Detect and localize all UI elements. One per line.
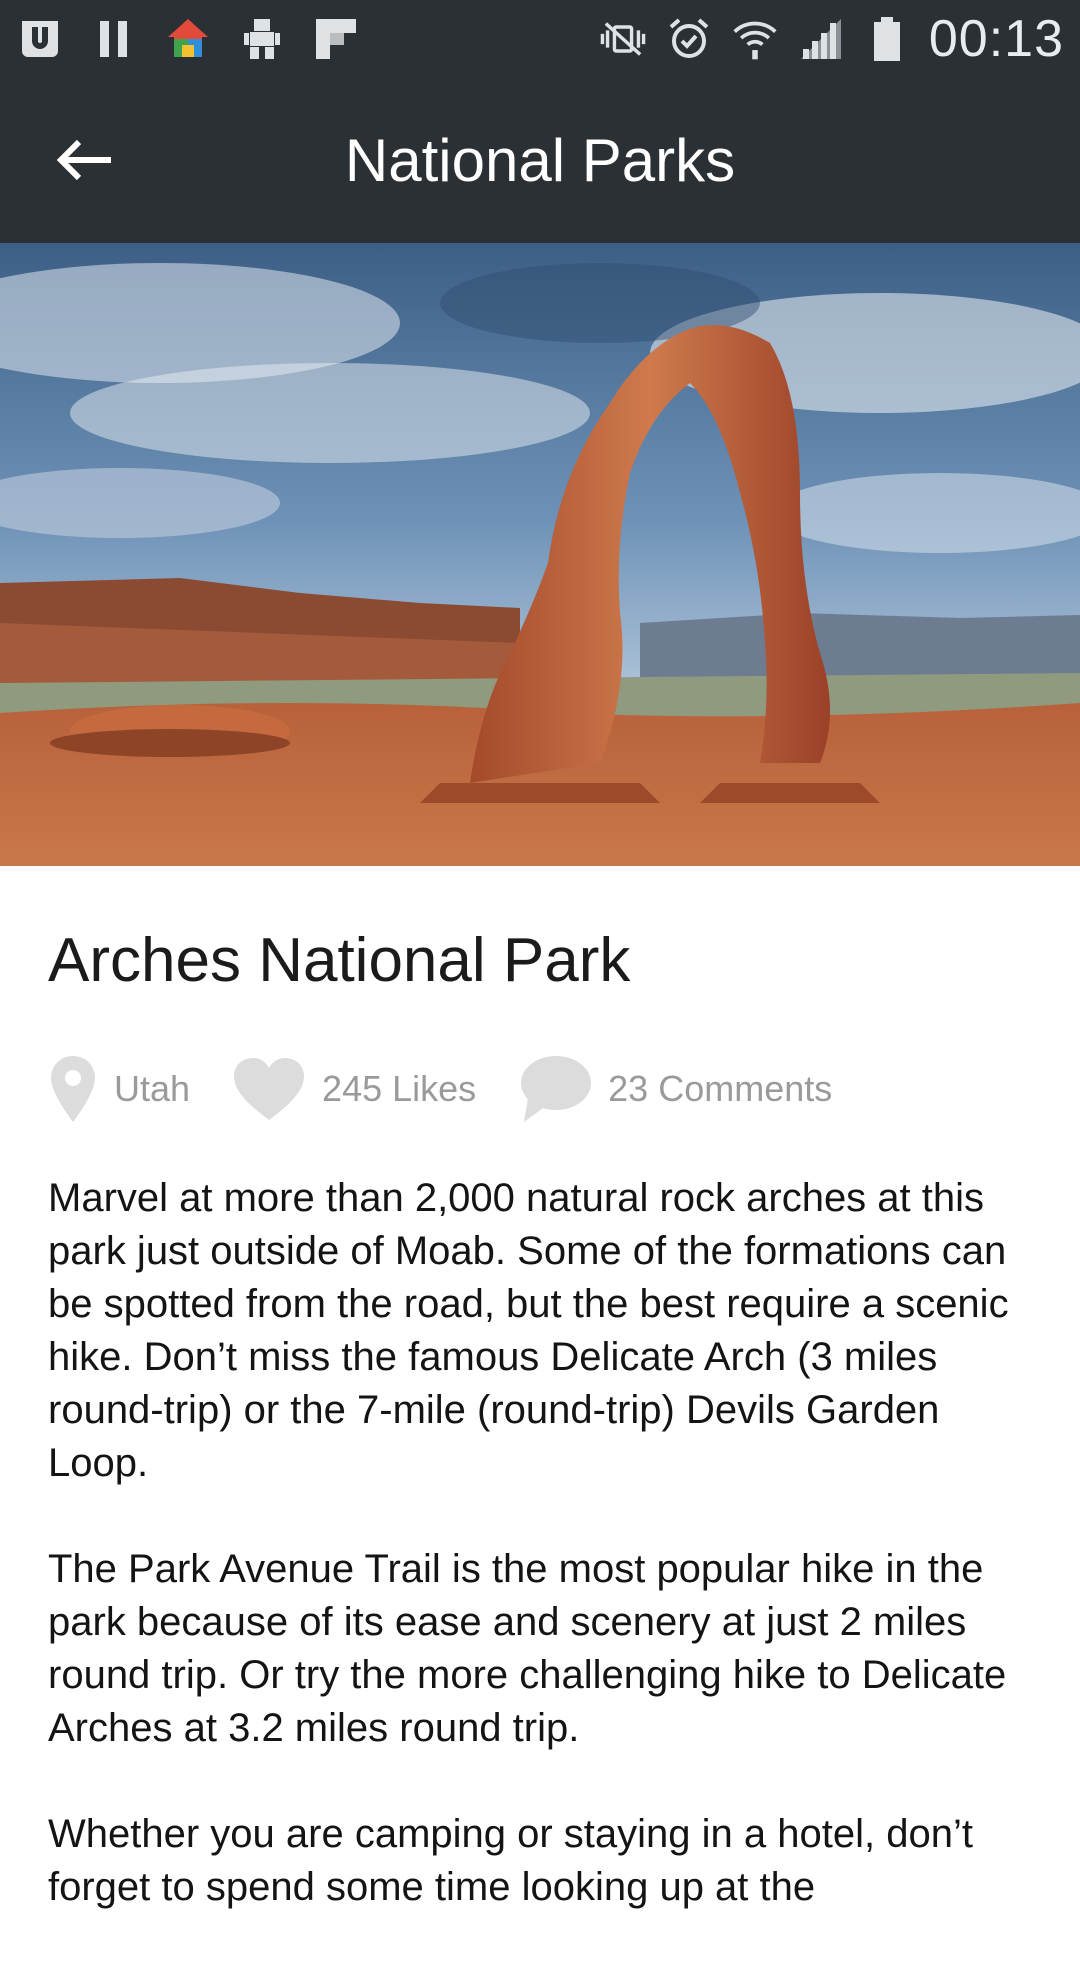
uber-icon bbox=[16, 15, 64, 63]
description-paragraph: Marvel at more than 2,000 natural rock a… bbox=[48, 1176, 1009, 1485]
description-paragraph: The Park Avenue Trail is the most popula… bbox=[48, 1547, 1007, 1750]
location-pin-icon bbox=[48, 1054, 98, 1124]
comments-button[interactable]: 23 Comments bbox=[518, 1054, 832, 1124]
app-bar: National Parks bbox=[0, 78, 1080, 243]
flipboard-icon bbox=[312, 15, 360, 63]
status-time: 00:13 bbox=[928, 10, 1064, 68]
page-title: National Parks bbox=[344, 127, 736, 194]
status-bar-notifications bbox=[16, 10, 360, 68]
wifi-icon bbox=[731, 15, 779, 63]
signal-icon bbox=[797, 15, 845, 63]
home-launcher-icon bbox=[164, 15, 212, 63]
heart-icon bbox=[232, 1056, 306, 1122]
status-bar: 00:13 bbox=[0, 0, 1080, 78]
robot-icon bbox=[238, 15, 286, 63]
alarm-icon bbox=[665, 15, 713, 63]
battery-icon bbox=[863, 15, 911, 63]
park-meta: Utah 245 Likes 23 Comments bbox=[48, 1046, 874, 1132]
comments-count: 23 Comments bbox=[608, 1068, 833, 1109]
location-meta: Utah bbox=[48, 1054, 190, 1124]
park-description: Marvel at more than 2,000 natural rock a… bbox=[48, 1172, 1038, 1967]
vibrate-icon bbox=[599, 15, 647, 63]
likes-count: 245 Likes bbox=[322, 1068, 477, 1109]
likes-button[interactable]: 245 Likes bbox=[232, 1056, 476, 1122]
pause-icon bbox=[90, 15, 138, 63]
status-bar-system: 00:13 bbox=[599, 10, 1064, 68]
comment-bubble-icon bbox=[518, 1054, 592, 1124]
location-text: Utah bbox=[114, 1068, 191, 1109]
description-paragraph: Whether you are camping or staying in a … bbox=[48, 1812, 973, 1909]
park-name: Arches National Park bbox=[48, 926, 631, 995]
hero-photo bbox=[0, 243, 1080, 866]
